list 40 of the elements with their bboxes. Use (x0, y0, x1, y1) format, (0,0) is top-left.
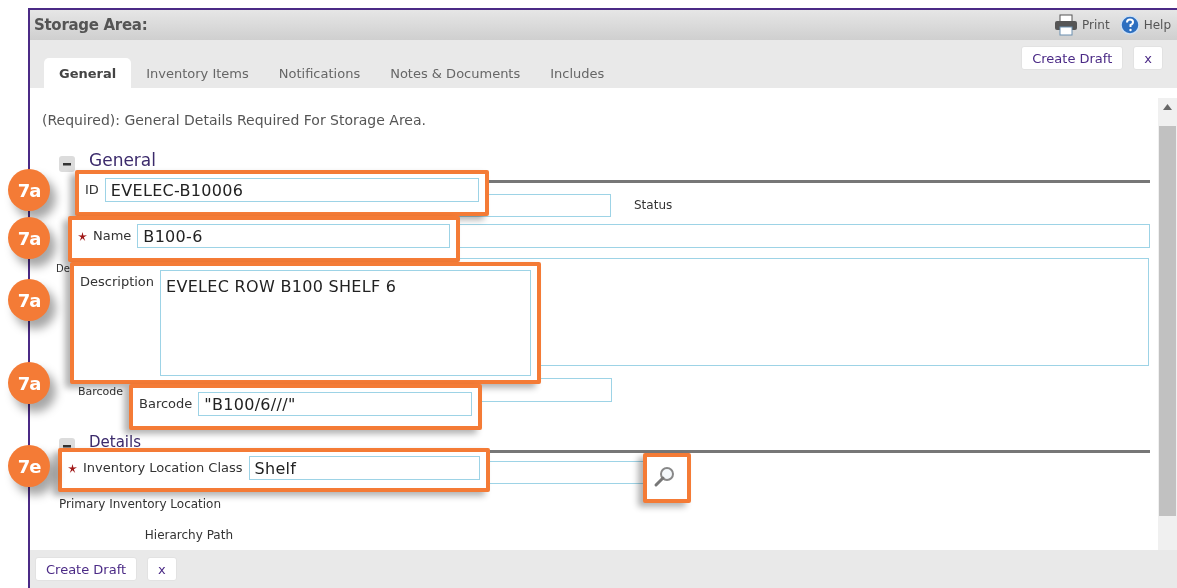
step-badge: 7a (8, 362, 50, 404)
close-button[interactable]: x (1133, 46, 1163, 70)
step-badge: 7e (8, 445, 50, 487)
help-icon (1119, 15, 1140, 35)
printer-icon (1054, 14, 1079, 36)
scrollbar[interactable] (1158, 98, 1177, 550)
field-label: Primary Inventory Location (59, 496, 223, 513)
collapse-toggle[interactable] (59, 156, 75, 172)
field-label: ID (85, 181, 99, 199)
text-input[interactable]: B100-6 (137, 224, 450, 248)
field-label: Hierarchy Path (143, 527, 233, 544)
field-label: Name (93, 227, 132, 245)
help-link[interactable]: Help (1119, 15, 1171, 35)
step-badge: 7a (8, 169, 50, 211)
description-label: De (56, 262, 71, 276)
search-icon[interactable] (653, 465, 677, 489)
required-note: (Required): General Details Required For Storage Area. (42, 112, 427, 128)
text-input[interactable]: EVELEC-B10006 (104, 178, 479, 202)
status-label: Status (634, 197, 674, 214)
step-badge: 7a (8, 217, 50, 259)
print-link[interactable]: Print (1054, 14, 1110, 36)
page-title: Storage Area: (34, 16, 148, 34)
field-label: Description (80, 273, 155, 291)
text-area[interactable]: EVELEC ROW B100 SHELF 6 (160, 270, 531, 376)
field-label: Barcode (139, 395, 193, 413)
tab[interactable]: Inventory Items (131, 58, 264, 88)
tab[interactable]: Notifications (263, 58, 376, 88)
tab[interactable]: Notes & Documents (375, 58, 536, 88)
step-badge: 7a (8, 279, 50, 321)
create-draft-button[interactable]: Create Draft (35, 557, 138, 581)
text-input[interactable]: Shelf (248, 456, 480, 480)
text-input[interactable]: "B100/6///" (198, 392, 472, 416)
tab[interactable]: Includes (535, 58, 620, 88)
tab[interactable]: General (44, 58, 132, 88)
section-title: Details (89, 435, 141, 450)
field-label: Inventory Location Class (83, 459, 243, 477)
close-button[interactable]: x (147, 557, 177, 581)
create-draft-button[interactable]: Create Draft (1021, 46, 1124, 70)
scroll-up-icon[interactable] (1163, 104, 1172, 110)
section-title: General (89, 151, 156, 169)
